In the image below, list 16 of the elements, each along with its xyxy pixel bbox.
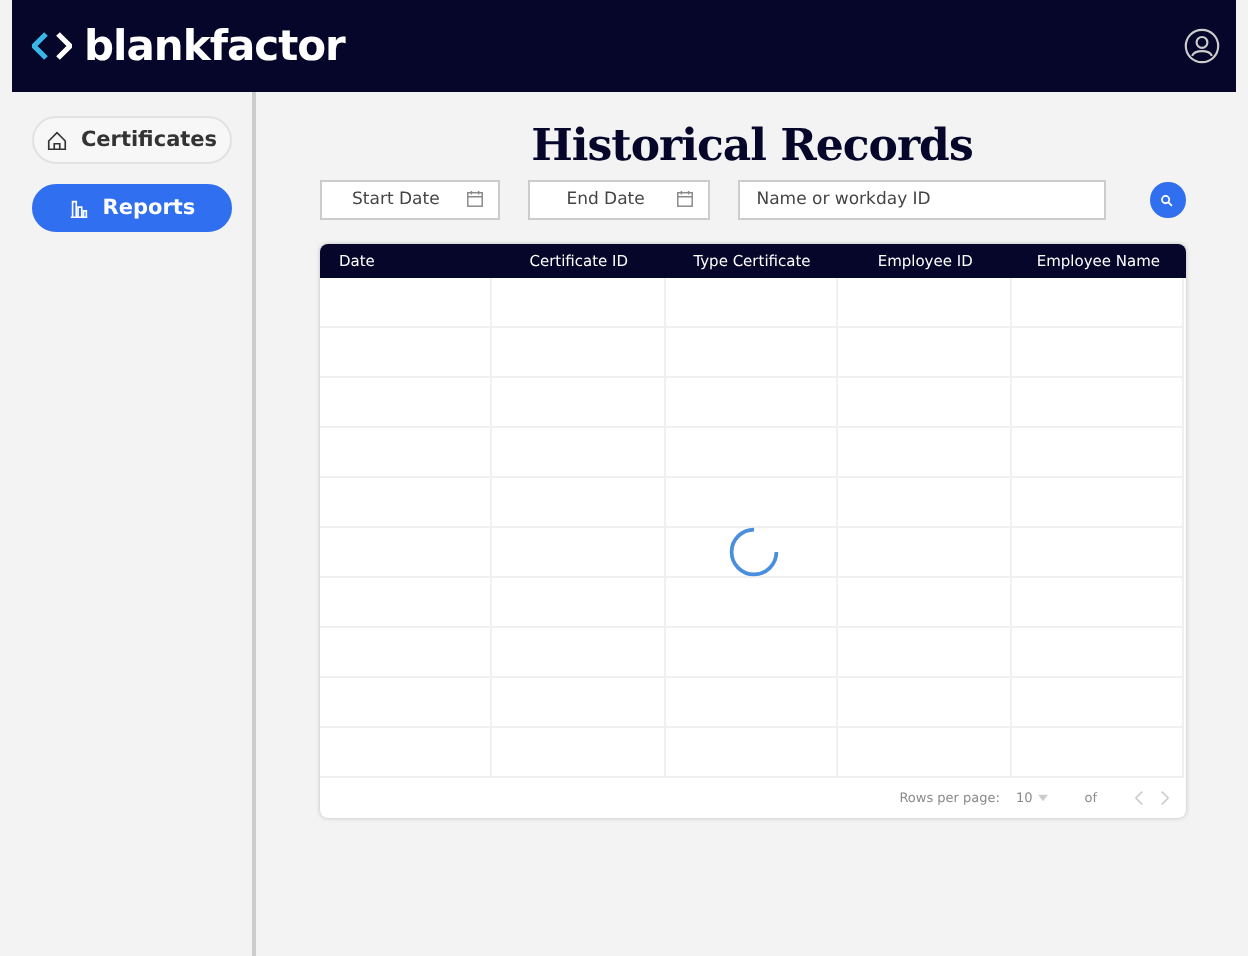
user-icon[interactable] xyxy=(1184,28,1220,64)
chevrons-icon xyxy=(32,32,72,60)
search-icon xyxy=(1160,193,1175,207)
date-field[interactable]: End Date xyxy=(528,180,711,220)
calendar-icon xyxy=(676,190,695,208)
bar-chart-icon xyxy=(68,197,91,219)
brand-name: blankfactor xyxy=(84,22,345,70)
calendar-icon xyxy=(466,190,485,208)
search-field[interactable]: Name or workday ID xyxy=(738,180,1106,220)
date-field[interactable]: Start Date xyxy=(319,180,501,220)
nav-item[interactable]: Certificates xyxy=(32,116,232,164)
page-title: Historical Records xyxy=(531,120,973,172)
caret-icon xyxy=(1038,794,1049,802)
nav-item[interactable]: Reports xyxy=(32,184,232,232)
search-button[interactable] xyxy=(1149,182,1185,218)
house-icon xyxy=(46,129,69,151)
